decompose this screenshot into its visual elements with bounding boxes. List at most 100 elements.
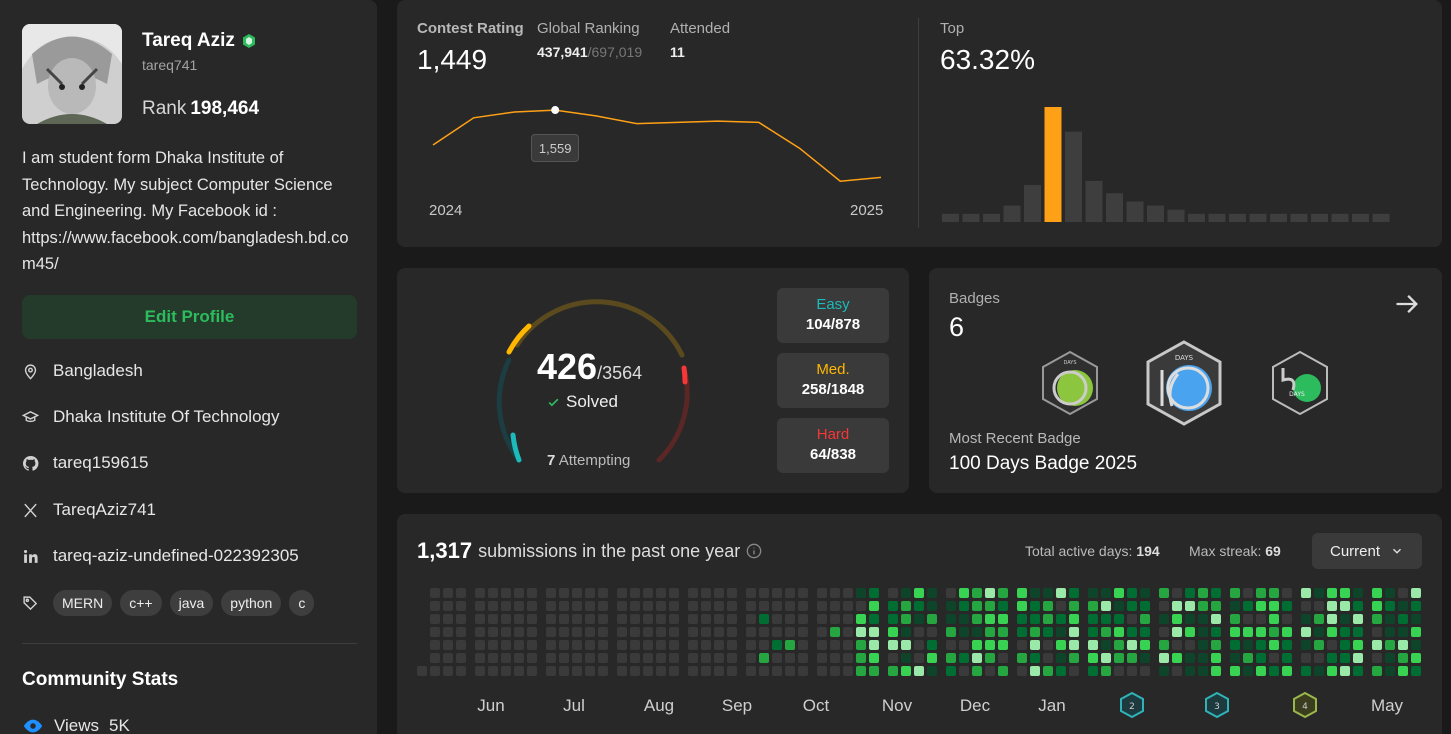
heatmap-cell[interactable] — [1211, 627, 1221, 637]
heatmap-cell[interactable] — [559, 614, 569, 624]
heatmap-cell[interactable] — [1056, 588, 1066, 598]
heatmap-cell[interactable] — [1172, 601, 1182, 611]
distribution-bar[interactable] — [1126, 201, 1144, 222]
heatmap-cell[interactable] — [1159, 588, 1169, 598]
heatmap-cell[interactable] — [1230, 640, 1240, 650]
heatmap-cell[interactable] — [527, 588, 537, 598]
heatmap-cell[interactable] — [1385, 666, 1395, 676]
heatmap-cell[interactable] — [1017, 653, 1027, 663]
heatmap-cell[interactable] — [456, 666, 466, 676]
heatmap-cell[interactable] — [617, 614, 627, 624]
heatmap-cell[interactable] — [643, 627, 653, 637]
heatmap-cell[interactable] — [985, 588, 995, 598]
heatmap-cell[interactable] — [856, 588, 866, 598]
heatmap-cell[interactable] — [798, 653, 808, 663]
heatmap-cell[interactable] — [669, 666, 679, 676]
linkedin-row[interactable]: tareq-aziz-undefined-022392305 — [22, 546, 299, 566]
heatmap-cell[interactable] — [669, 588, 679, 598]
heatmap-cell[interactable] — [959, 666, 969, 676]
heatmap-cell[interactable] — [1282, 653, 1292, 663]
heatmap-cell[interactable] — [998, 614, 1008, 624]
heatmap-cell[interactable] — [527, 627, 537, 637]
heatmap-cell[interactable] — [1243, 640, 1253, 650]
heatmap-cell[interactable] — [1101, 601, 1111, 611]
heatmap-cell[interactable] — [656, 601, 666, 611]
heatmap-cell[interactable] — [817, 601, 827, 611]
heatmap-cell[interactable] — [1398, 588, 1408, 598]
heatmap-cell[interactable] — [430, 614, 440, 624]
heatmap-cell[interactable] — [1385, 588, 1395, 598]
heatmap-cell[interactable] — [1069, 653, 1079, 663]
heatmap-cell[interactable] — [1114, 640, 1124, 650]
heatmap-cell[interactable] — [1127, 601, 1137, 611]
heatmap-cell[interactable] — [669, 653, 679, 663]
heatmap-cell[interactable] — [514, 601, 524, 611]
heatmap-cell[interactable] — [1353, 627, 1363, 637]
heatmap-cell[interactable] — [430, 627, 440, 637]
heatmap-cell[interactable] — [1411, 601, 1421, 611]
heatmap-cell[interactable] — [746, 640, 756, 650]
heatmap-cell[interactable] — [727, 640, 737, 650]
heatmap-cell[interactable] — [746, 601, 756, 611]
heatmap-cell[interactable] — [927, 653, 937, 663]
heatmap-cell[interactable] — [869, 588, 879, 598]
heatmap-cell[interactable] — [572, 588, 582, 598]
heatmap-cell[interactable] — [527, 640, 537, 650]
heatmap-cell[interactable] — [1327, 640, 1337, 650]
heatmap-cell[interactable] — [714, 627, 724, 637]
heatmap-cell[interactable] — [1372, 627, 1382, 637]
heatmap-cell[interactable] — [772, 640, 782, 650]
heatmap-cell[interactable] — [1314, 627, 1324, 637]
heatmap-cell[interactable] — [585, 666, 595, 676]
heatmap-cell[interactable] — [927, 627, 937, 637]
heatmap-cell[interactable] — [856, 601, 866, 611]
heatmap-cell[interactable] — [1230, 653, 1240, 663]
heatmap-cell[interactable] — [817, 653, 827, 663]
heatmap-cell[interactable] — [1101, 614, 1111, 624]
heatmap-cell[interactable] — [785, 601, 795, 611]
heatmap-cell[interactable] — [1243, 627, 1253, 637]
heatmap-cell[interactable] — [430, 653, 440, 663]
heatmap-cell[interactable] — [701, 627, 711, 637]
heatmap-cell[interactable] — [1269, 653, 1279, 663]
heatmap-cell[interactable] — [546, 627, 556, 637]
heatmap-cell[interactable] — [901, 601, 911, 611]
heatmap-cell[interactable] — [888, 601, 898, 611]
heatmap-cell[interactable] — [546, 653, 556, 663]
distribution-bar[interactable] — [962, 213, 980, 222]
heatmap-cell[interactable] — [856, 640, 866, 650]
heatmap-cell[interactable] — [585, 640, 595, 650]
heatmap-cell[interactable] — [1088, 588, 1098, 598]
heatmap-cell[interactable] — [1127, 653, 1137, 663]
heatmap-cell[interactable] — [946, 601, 956, 611]
heatmap-cell[interactable] — [598, 627, 608, 637]
heatmap-cell[interactable] — [430, 601, 440, 611]
heatmap-cell[interactable] — [1256, 601, 1266, 611]
heatmap-cell[interactable] — [1314, 653, 1324, 663]
heatmap-cell[interactable] — [1017, 601, 1027, 611]
heatmap-cell[interactable] — [759, 653, 769, 663]
heatmap-cell[interactable] — [1114, 666, 1124, 676]
heatmap-cell[interactable] — [1127, 640, 1137, 650]
heatmap-cell[interactable] — [617, 588, 627, 598]
heatmap-cell[interactable] — [1243, 588, 1253, 598]
heatmap-cell[interactable] — [985, 640, 995, 650]
heatmap-cell[interactable] — [1398, 627, 1408, 637]
heatmap-cell[interactable] — [527, 666, 537, 676]
100-days-badge-icon[interactable]: DAYS — [1144, 340, 1224, 426]
heatmap-cell[interactable] — [1088, 666, 1098, 676]
heatmap-cell[interactable] — [585, 627, 595, 637]
heatmap-cell[interactable] — [1185, 640, 1195, 650]
heatmap-cell[interactable] — [714, 666, 724, 676]
heatmap-cell[interactable] — [888, 614, 898, 624]
github-row[interactable]: tareq159615 — [22, 453, 148, 473]
heatmap-cell[interactable] — [1340, 588, 1350, 598]
heatmap-cell[interactable] — [772, 653, 782, 663]
heatmap-cell[interactable] — [772, 627, 782, 637]
heatmap-cell[interactable] — [643, 588, 653, 598]
heatmap-cell[interactable] — [1198, 601, 1208, 611]
heatmap-cell[interactable] — [985, 627, 995, 637]
heatmap-cell[interactable] — [1340, 666, 1350, 676]
distribution-bar[interactable] — [1290, 213, 1308, 222]
heatmap-cell[interactable] — [572, 653, 582, 663]
